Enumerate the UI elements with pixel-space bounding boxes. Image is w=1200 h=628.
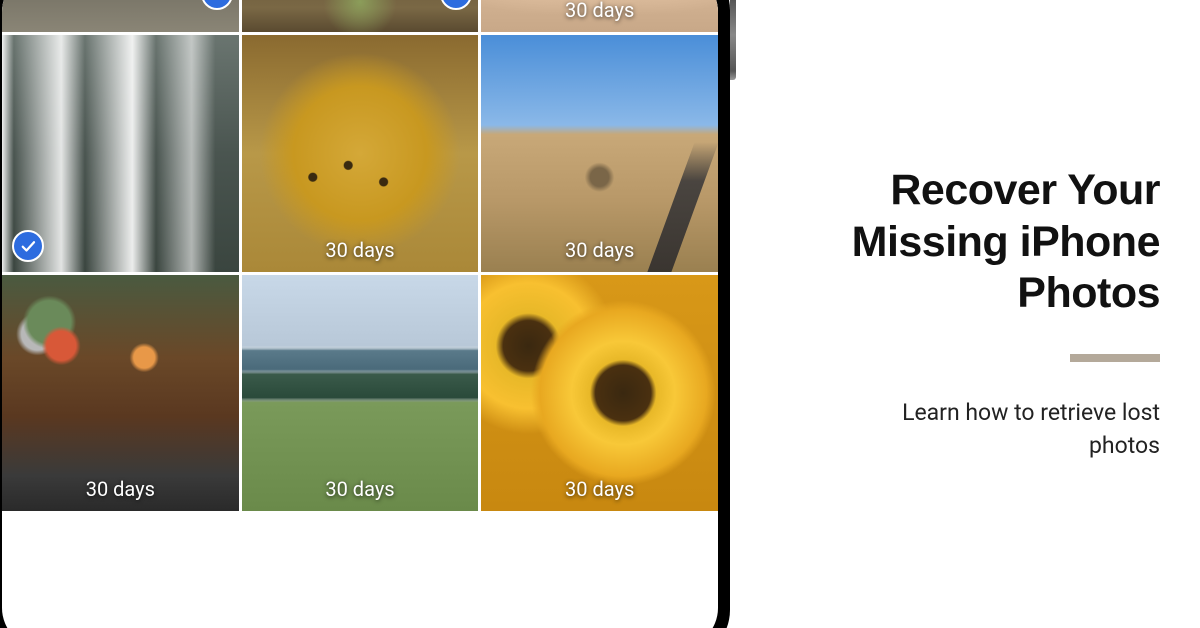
photo-grid: 30 days 30 days 30 days	[2, 0, 718, 511]
sunflowers-photo	[481, 275, 718, 512]
selected-check-icon	[12, 230, 44, 262]
title-line: Missing iPhone	[852, 218, 1160, 266]
title-line: Photos	[1017, 269, 1160, 317]
days-remaining: 30 days	[325, 238, 394, 262]
photo-thumbnail[interactable]: 30 days	[481, 275, 718, 512]
title-line: Recover Your	[890, 166, 1160, 214]
desert-photo	[481, 35, 718, 272]
subtitle-line: photos	[1089, 432, 1160, 459]
days-remaining: 30 days	[86, 477, 155, 501]
phone-side-button	[730, 0, 736, 80]
subtitle-line: Learn how to retrieve lost	[902, 399, 1160, 426]
road-photo	[2, 0, 239, 32]
photo-thumbnail[interactable]: 30 days	[242, 35, 479, 272]
compost-photo	[2, 275, 239, 512]
divider-bar	[1070, 354, 1160, 362]
days-remaining: 30 days	[325, 477, 394, 501]
days-remaining: 30 days	[565, 0, 634, 22]
page-title: Recover Your Missing iPhone Photos	[852, 165, 1160, 320]
days-remaining: 30 days	[565, 238, 634, 262]
photo-thumbnail[interactable]: 30 days	[242, 275, 479, 512]
photo-thumbnail[interactable]: 30 days	[2, 275, 239, 512]
plant-photo	[242, 0, 479, 32]
bees-photo	[242, 35, 479, 272]
subtitle: Learn how to retrieve lost photos	[902, 396, 1160, 463]
photo-thumbnail[interactable]	[242, 0, 479, 32]
photo-thumbnail[interactable]: 30 days	[481, 35, 718, 272]
phone-mockup-area: 30 days 30 days 30 days	[0, 0, 760, 628]
mountains-photo	[242, 275, 479, 512]
photo-thumbnail[interactable]	[2, 0, 239, 32]
days-remaining: 30 days	[565, 477, 634, 501]
photo-thumbnail[interactable]: 30 days	[481, 0, 718, 32]
photo-thumbnail[interactable]	[2, 35, 239, 272]
text-panel: Recover Your Missing iPhone Photos Learn…	[760, 0, 1200, 628]
phone-screen: 30 days 30 days 30 days	[2, 0, 718, 628]
phone-frame: 30 days 30 days 30 days	[0, 0, 730, 628]
